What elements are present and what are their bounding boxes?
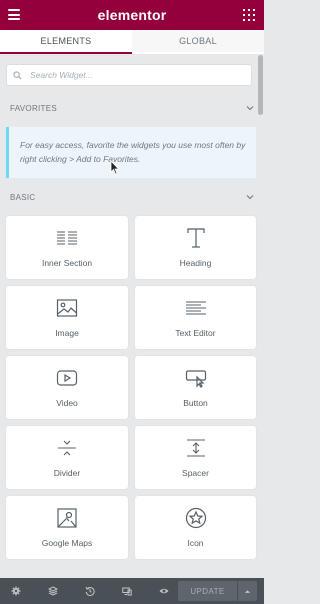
search-input[interactable] bbox=[28, 69, 232, 81]
widget-google-maps[interactable]: Google Maps bbox=[6, 496, 128, 559]
widget-divider[interactable]: Divider bbox=[6, 426, 128, 489]
widget-image[interactable]: Image bbox=[6, 286, 128, 349]
history-button[interactable] bbox=[75, 578, 105, 604]
favorites-title: FAVORITES bbox=[10, 103, 58, 113]
widget-heading[interactable]: Heading bbox=[135, 216, 256, 279]
scrollbar-thumb[interactable] bbox=[258, 55, 263, 115]
tab-global[interactable]: GLOBAL bbox=[132, 30, 264, 54]
favorites-hint: For easy access, favorite the widgets yo… bbox=[6, 127, 256, 178]
widget-label: Google Maps bbox=[41, 538, 93, 548]
spacer-icon bbox=[186, 439, 205, 457]
apps-grid-icon[interactable] bbox=[243, 9, 255, 21]
search-icon bbox=[13, 70, 22, 80]
widget-inner-section[interactable]: Inner Section bbox=[6, 216, 128, 279]
widget-grid: Inner Section Heading Image Text Editor … bbox=[6, 216, 256, 559]
save-options-button[interactable] bbox=[238, 581, 257, 601]
gear-icon bbox=[11, 586, 21, 596]
star-icon bbox=[185, 507, 206, 529]
basic-title: BASIC bbox=[10, 192, 36, 202]
history-icon bbox=[85, 586, 95, 596]
panel-footer: UPDATE bbox=[0, 578, 264, 604]
widget-label: Button bbox=[183, 398, 208, 408]
heading-icon bbox=[186, 228, 205, 248]
navigator-button[interactable] bbox=[38, 578, 68, 604]
preview-button[interactable] bbox=[149, 578, 179, 604]
widget-video[interactable]: Video bbox=[6, 356, 128, 419]
hamburger-menu-icon[interactable] bbox=[8, 9, 20, 20]
widget-label: Video bbox=[56, 398, 78, 408]
widget-icon[interactable]: Icon bbox=[135, 496, 256, 559]
chevron-down-icon bbox=[246, 195, 254, 200]
widget-spacer[interactable]: Spacer bbox=[135, 426, 256, 489]
search-box bbox=[6, 64, 252, 86]
google-maps-icon bbox=[57, 508, 77, 528]
video-icon bbox=[56, 370, 78, 386]
widget-label: Inner Section bbox=[41, 258, 93, 268]
responsive-mode-button[interactable] bbox=[112, 578, 142, 604]
favorites-section-header[interactable]: FAVORITES bbox=[10, 101, 254, 115]
inner-section-icon bbox=[57, 231, 77, 245]
image-icon bbox=[56, 299, 78, 317]
text-editor-icon bbox=[185, 301, 206, 315]
widget-label: Spacer bbox=[182, 468, 209, 478]
app-header: elementor bbox=[0, 0, 264, 30]
panel-tabs: ELEMENTS GLOBAL bbox=[0, 30, 264, 54]
mouse-cursor-icon bbox=[110, 160, 120, 175]
basic-section-header[interactable]: BASIC bbox=[10, 190, 254, 204]
chevron-down-icon bbox=[246, 106, 254, 111]
widget-label: Heading bbox=[179, 258, 212, 268]
settings-button[interactable] bbox=[1, 578, 31, 604]
widget-label: Icon bbox=[187, 538, 204, 548]
widget-label: Divider bbox=[53, 468, 81, 478]
update-button[interactable]: UPDATE bbox=[178, 581, 237, 601]
widget-text-editor[interactable]: Text Editor bbox=[135, 286, 256, 349]
caret-up-icon bbox=[244, 589, 251, 593]
brand-logo: elementor bbox=[97, 7, 167, 23]
button-icon bbox=[185, 370, 206, 388]
widget-label: Text Editor bbox=[175, 328, 216, 338]
devices-icon bbox=[122, 587, 132, 596]
widget-label: Image bbox=[55, 328, 79, 338]
tab-elements[interactable]: ELEMENTS bbox=[0, 30, 132, 54]
eye-icon bbox=[159, 588, 169, 594]
layers-icon bbox=[48, 586, 58, 596]
divider-icon bbox=[58, 440, 76, 456]
widget-button[interactable]: Button bbox=[135, 356, 256, 419]
